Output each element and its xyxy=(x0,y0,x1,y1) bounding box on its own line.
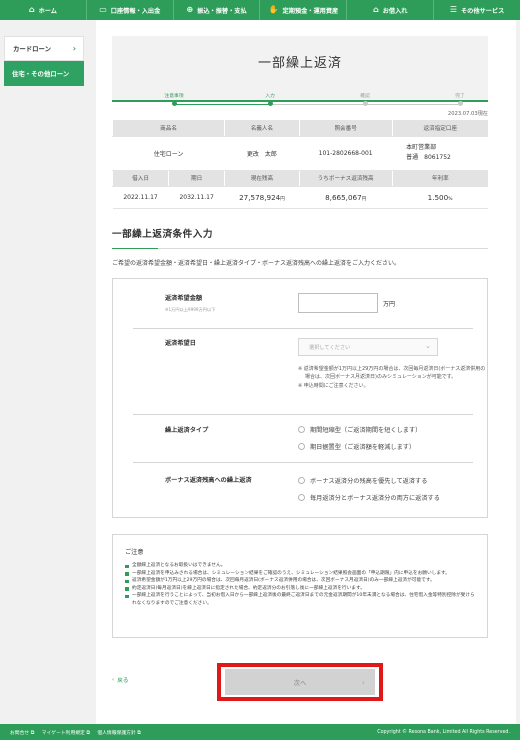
copyright: Copyright © Resona Bank, Limited All Rig… xyxy=(377,729,510,735)
holder-name: 更改 太郎 xyxy=(224,136,300,171)
table-header-row: 借入日 期日 現在残高 うちボーナス返済残高 年利率 xyxy=(111,170,488,187)
list-item: 返済希望金額が1万円以上29万円の場合は、次回毎月返済日(ボーナス返済併用の場合… xyxy=(125,577,477,585)
caution-title: ご注意 xyxy=(125,549,144,556)
bonus-balance: 8,665,067円 xyxy=(299,186,393,209)
chevron-left-icon: ‹ xyxy=(112,677,115,683)
radio-term-reduction[interactable]: 期間短縮型（ご返済期間を短くします） xyxy=(298,425,421,434)
radio-circle xyxy=(298,477,305,484)
chevron-down-icon: ⌄ xyxy=(425,342,431,350)
nav-label: お借入れ xyxy=(382,7,408,15)
type-label: 繰上返済タイプ xyxy=(165,427,209,434)
nav-loan[interactable]: ⌂ お借入れ xyxy=(347,0,435,20)
type-row: 繰上返済タイプ 期間短縮型（ご返済期間を短くします） 期日据置型（ご返済額を軽減… xyxy=(133,415,473,463)
step-complete: 完了 xyxy=(440,92,480,106)
radio-circle xyxy=(298,426,305,433)
nav-other[interactable]: ☰ その他サービス xyxy=(434,0,520,20)
nav-label: 定期預金・運用資産 xyxy=(282,7,339,15)
nav-transfer[interactable]: ⊕ 振込・振替・支払 xyxy=(174,0,261,20)
step-indicator: 注意事項 入力 確認 完了 xyxy=(158,92,465,112)
section-title: 一部繰上返済条件入力 xyxy=(112,226,488,249)
chevron-right-icon: › xyxy=(72,44,76,53)
sidebar-item-card-loan[interactable]: カードローン › xyxy=(4,36,84,61)
footer-links: お問合せ ⧉ マイゲート利用規定 ⧉ 個人情報保護方針 ⧉ xyxy=(10,729,147,736)
radio-payment-reduction[interactable]: 期日据置型（ご返済額を軽減します） xyxy=(298,442,415,451)
loan-date: 2022.11.17 xyxy=(112,186,169,209)
transfer-icon: ⊕ xyxy=(186,5,194,14)
footer-link-contact[interactable]: お問合せ ⧉ xyxy=(10,731,34,736)
table-row: 2022.11.17 2032.11.17 27,578,924円 8,665,… xyxy=(112,186,488,209)
interest-rate: 1.500% xyxy=(392,186,488,209)
radio-bonus-both[interactable]: 毎月返済分とボーナス返済分の両方に返済する xyxy=(298,493,440,502)
footer: お問合せ ⧉ マイゲート利用規定 ⧉ 個人情報保護方針 ⧉ Copyright … xyxy=(0,724,520,740)
date-label: 返済希望日 xyxy=(165,340,196,347)
nav-account[interactable]: ▭ 口座情報・入出金 xyxy=(87,0,174,20)
bonus-label: ボーナス返済残高への繰上返済 xyxy=(165,477,252,484)
chevron-right-icon: › xyxy=(361,677,365,687)
nav-home[interactable]: ⌂ ホーム xyxy=(0,0,87,20)
sidebar: カードローン › 住宅・その他ローン xyxy=(4,36,84,86)
page-header: 一部繰上返済 注意事項 入力 確認 完了 xyxy=(112,36,488,106)
nav-label: ホーム xyxy=(38,7,57,15)
nav-label: 口座情報・入出金 xyxy=(110,7,161,15)
step-notice: 注意事項 xyxy=(154,92,194,106)
account-icon: ▭ xyxy=(99,5,107,14)
page-title: 一部繰上返済 xyxy=(257,56,342,71)
table-header-row: 商品名 名義人名 照会番号 返済指定口座 xyxy=(111,120,488,137)
list-item: 一部繰上返済を申込みされる場合は、シミュレーション結果をご確認のうえ、シミュレー… xyxy=(125,570,477,578)
as-of-date: 2023.07.03現在 xyxy=(447,111,488,117)
nav-deposit[interactable]: ✋ 定期預金・運用資産 xyxy=(260,0,348,20)
caution-box: ご注意 全額繰上返済となるお取扱いはできません。 一部繰上返済を申込みされる場合… xyxy=(112,534,488,638)
next-button[interactable]: 次へ › xyxy=(225,669,375,695)
bonus-row: ボーナス返済残高への繰上返済 ボーナス返済分の残高を優先して返済する 毎月返済分… xyxy=(133,463,473,517)
nav-label: 振込・振替・支払 xyxy=(197,7,247,15)
loan-info-table: 商品名 名義人名 照会番号 返済指定口座 住宅ローン 更改 太郎 101-280… xyxy=(111,120,488,209)
repayment-account: 本町営業部 普通 8061752 xyxy=(392,136,488,171)
repayment-form: 返済希望金額 ※1万円以上9999万円以下 万円 返済希望日 選択してください … xyxy=(112,278,488,518)
radio-bonus-priority[interactable]: ボーナス返済分の残高を優先して返済する xyxy=(298,476,427,485)
step-confirm: 確認 xyxy=(345,92,385,106)
sidebar-item-housing-loan[interactable]: 住宅・その他ローン xyxy=(4,61,84,86)
caution-list: 全額繰上返済となるお取扱いはできません。 一部繰上返済を申込みされる場合は、シミ… xyxy=(125,562,477,608)
reference-number: 101-2802668-001 xyxy=(299,136,393,171)
main-panel: 一部繰上返済 注意事項 入力 確認 完了 2023.07.03現在 商品名 名義… xyxy=(96,20,516,724)
date-select[interactable]: 選択してください ⌄ xyxy=(298,338,438,356)
table-row: 住宅ローン 更改 太郎 101-2802668-001 本町営業部 普通 8061… xyxy=(112,136,488,171)
loan-icon: ⌂ xyxy=(372,5,379,14)
product-name: 住宅ローン xyxy=(112,136,225,171)
list-item: 約定返済日(毎月返済日)を繰上返済日に指定された場合、約定返済分のお引落し後に一… xyxy=(125,585,477,593)
footer-link-terms[interactable]: マイゲート利用規定 ⧉ xyxy=(42,731,90,736)
home-icon: ⌂ xyxy=(28,5,35,14)
deposit-icon: ✋ xyxy=(268,5,279,14)
step-input: 入力 xyxy=(250,92,290,106)
sidebar-item-label: 住宅・その他ローン xyxy=(12,70,70,78)
section-intro: ご希望の返済希望金額・返済希望日・繰上返済タイプ・ボーナス返済残高への繰上返済を… xyxy=(112,260,401,267)
list-item: 全額繰上返済となるお取扱いはできません。 xyxy=(125,562,477,570)
current-balance: 27,578,924円 xyxy=(224,186,300,209)
radio-circle xyxy=(298,494,305,501)
list-item: 一部繰上返済を行うことによって、当初お借入日から一部繰上返済後の最終ご返済日まで… xyxy=(125,592,477,607)
global-nav: ⌂ ホーム ▭ 口座情報・入出金 ⊕ 振込・振替・支払 ✋ 定期預金・運用資産 ⌂ お借入… xyxy=(0,0,520,20)
menu-icon: ☰ xyxy=(449,5,457,14)
date-row: 返済希望日 選択してください ⌄ ※ 返済希望金額が1万円以上29万円の場合は、… xyxy=(133,279,485,415)
radio-circle xyxy=(298,443,305,450)
sidebar-item-label: カードローン xyxy=(13,45,52,53)
due-date: 2032.11.17 xyxy=(168,186,225,209)
footer-link-privacy[interactable]: 個人情報保護方針 ⧉ xyxy=(97,731,140,736)
nav-label: その他サービス xyxy=(460,7,505,15)
date-notes: ※ 返済希望金額が1万円以上29万円の場合は、次回毎月返済日(ボーナス返済併用の… xyxy=(298,366,486,389)
back-link[interactable]: ‹ 戻る xyxy=(112,676,128,684)
